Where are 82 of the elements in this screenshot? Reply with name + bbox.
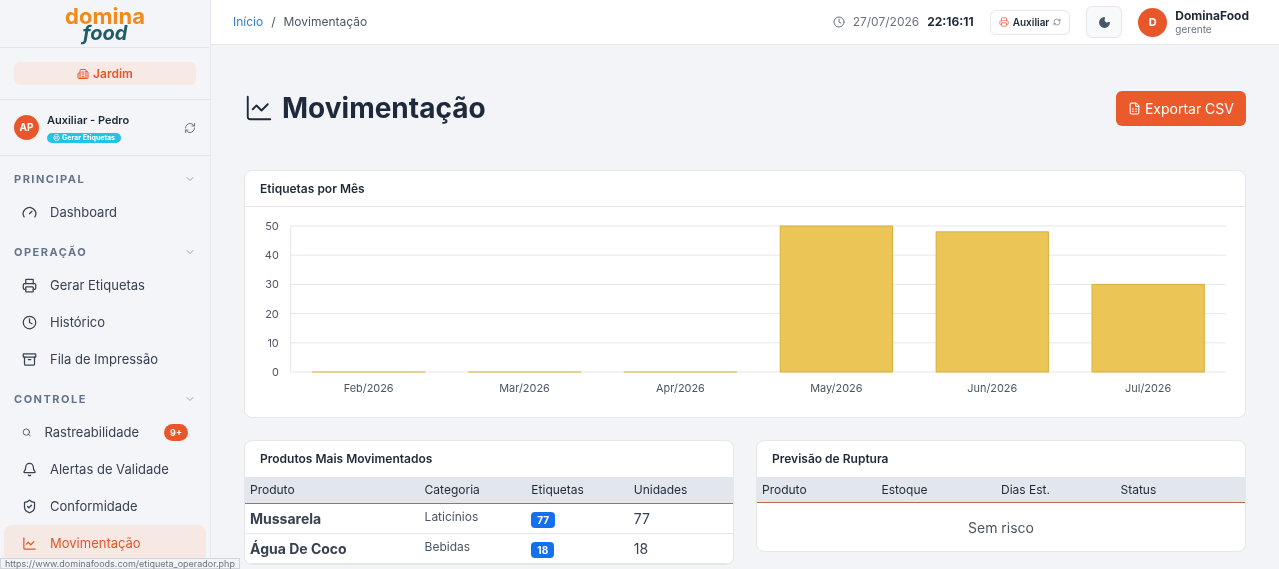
y-tick-label: 20: [265, 306, 279, 321]
nav-label: Movimentação: [50, 533, 141, 553]
nav-label: Dashboard: [50, 202, 118, 222]
avatar[interactable]: D: [1138, 7, 1168, 37]
category-cell: Laticínios: [419, 503, 527, 533]
nav-item[interactable]: Rastreabilidade 9+: [4, 414, 206, 451]
nav-icon: [22, 425, 32, 440]
nav-icon: [22, 278, 37, 293]
column-header: Etiquetas: [526, 477, 629, 503]
x-tick-label: May/2026: [810, 380, 863, 395]
nav-icon: [22, 499, 37, 514]
moon-icon: [1097, 15, 1111, 29]
account-role: gerente: [1175, 23, 1213, 36]
breadcrumb-link[interactable]: Início: [233, 13, 264, 31]
clock-icon: [832, 16, 845, 28]
y-tick-label: 30: [265, 277, 279, 292]
x-tick-label: Apr/2026: [656, 380, 705, 395]
section-heading: PRINCIPAL: [14, 170, 86, 188]
export-button[interactable]: Exportar CSV: [1115, 90, 1246, 126]
printer-icon: [998, 17, 1009, 27]
product-cell: Mussarela: [245, 503, 420, 533]
time-text: 22:16:11: [927, 13, 974, 31]
spreadsheet-icon: [1127, 101, 1141, 115]
refresh-icon: [1053, 18, 1062, 26]
nav-icon: [22, 536, 37, 551]
x-tick-label: Feb/2026: [343, 380, 394, 395]
breadcrumb-text: /: [271, 13, 276, 31]
count-badge: 9+: [164, 423, 188, 442]
y-tick-label: 10: [267, 335, 279, 350]
y-tick-label: 40: [264, 248, 279, 263]
nav-item[interactable]: Fila de Impressão: [4, 341, 206, 378]
building-icon: [77, 67, 90, 80]
mode-button[interactable]: Auxiliar: [989, 9, 1071, 35]
product-cell: Água De Coco: [245, 533, 420, 563]
section-heading: CONTROLE: [14, 390, 87, 408]
nav-icon: [22, 315, 37, 330]
nav-label: Fila de Impressão: [50, 349, 159, 369]
units-cell: 77: [628, 503, 733, 533]
column-header: Categoria: [419, 477, 527, 503]
card-title: Previsão de Ruptura: [772, 450, 889, 468]
category-cell: Bebidas: [419, 533, 527, 563]
column-header: Estoque: [881, 480, 929, 499]
account-name: DominaFood: [1175, 8, 1249, 24]
card-title: Etiquetas por Mês: [260, 179, 365, 198]
count-badge: 18: [531, 542, 555, 558]
date-text: 27/07/2026: [852, 13, 920, 31]
empty-message: Sem risco: [968, 517, 1034, 538]
nav-icon: [22, 352, 37, 367]
count-badge: 77: [531, 512, 556, 528]
x-tick-label: Jul/2026: [1125, 380, 1172, 395]
card-title: Produtos Mais Movimentados: [260, 450, 433, 468]
refresh-icon[interactable]: [184, 121, 196, 134]
nav-label: Gerar Etiquetas: [50, 275, 145, 295]
column-header: Produto: [762, 480, 808, 499]
dark-mode-button[interactable]: [1086, 6, 1123, 38]
nav-label: Alertas de Validade: [50, 459, 169, 479]
y-tick-label: 0: [271, 364, 279, 379]
user-name: Auxiliar - Pedro: [47, 112, 131, 129]
nav-label: Histórico: [50, 312, 106, 332]
column-header: Status: [1120, 480, 1158, 499]
page-title: Movimentação: [282, 90, 486, 127]
breadcrumb-text: Movimentação: [283, 13, 368, 31]
avatar: AP: [14, 115, 39, 140]
units-cell: 18: [628, 533, 733, 563]
x-tick-label: Mar/2026: [499, 380, 550, 395]
nav-label: Conformidade: [50, 496, 138, 516]
y-tick-label: 50: [265, 218, 279, 233]
nav-item[interactable]: Histórico: [4, 304, 206, 341]
nav-icon: [22, 462, 37, 477]
nav-icon: [22, 205, 37, 220]
nav-item[interactable]: Gerar Etiquetas: [4, 267, 206, 304]
column-header: Unidades: [628, 477, 733, 503]
chart-line-icon: [244, 93, 274, 123]
x-tick-label: Jun/2026: [967, 380, 1018, 395]
nav-item[interactable]: Conformidade: [4, 488, 206, 525]
url-tooltip: https://www.dominafoods.com/etiqueta_operador.php: [0, 558, 240, 569]
column-header: Dias Est.: [1001, 480, 1051, 499]
nav-label: Rastreabilidade: [44, 422, 140, 442]
section-heading: OPERAÇÃO: [14, 243, 88, 261]
nav-item[interactable]: Dashboard: [4, 194, 206, 231]
nav-item[interactable]: Alertas de Validade: [4, 451, 206, 488]
column-header: Produto: [245, 477, 420, 503]
